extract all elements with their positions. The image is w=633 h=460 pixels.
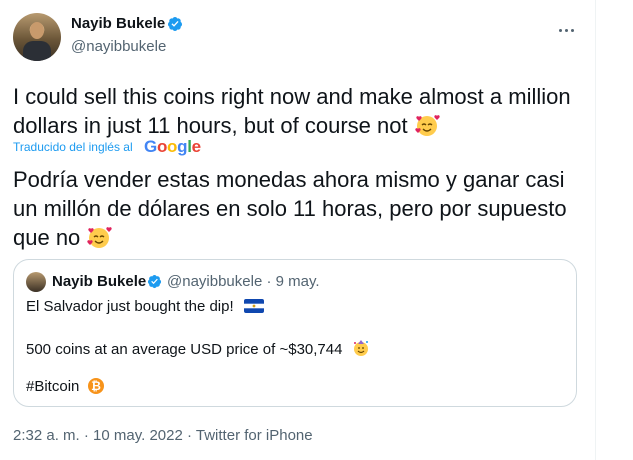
svg-text:₿: ₿ — [91, 379, 101, 393]
quoted-handle-date: @nayibbukele · 9 may. — [167, 273, 320, 290]
tweet-source: Twitter for iPhone — [195, 427, 313, 444]
quoted-tweet[interactable]: Nayib Bukele @nayibbukele · 9 may. El Sa… — [13, 259, 577, 407]
quoted-line-3: #Bitcoin ₿ — [26, 378, 104, 395]
column-divider — [595, 0, 596, 460]
tweet-translation: Podría vender estas monedas ahora mismo … — [13, 165, 573, 252]
meta-separator: · — [79, 427, 94, 444]
quoted-author-avatar — [26, 272, 46, 292]
quoted-line-1-text: El Salvador just bought the dip! — [26, 298, 234, 315]
bitcoin-icon: ₿ — [87, 378, 104, 394]
tweet-time[interactable]: 2:32 a. m. — [13, 427, 80, 444]
meta-separator: · — [182, 427, 196, 444]
author-display-name[interactable]: Nayib Bukele — [71, 15, 165, 32]
author-avatar[interactable] — [13, 13, 61, 61]
tweet-text: I could sell this coins right now and ma… — [13, 82, 573, 140]
more-icon[interactable] — [559, 19, 581, 32]
tweet-date[interactable]: 10 may. 2022 — [93, 427, 183, 444]
quoted-line-2-text: 500 coins at an average USD price of ~$3… — [26, 341, 343, 358]
tweet-meta: 2:32 a. m. · 10 may. 2022 · Twitter for … — [13, 427, 313, 444]
party-face-emoji — [353, 340, 368, 356]
translated-from-label[interactable]: Traducido del inglés al — [13, 140, 133, 154]
tweet-text-content: I could sell this coins right now and ma… — [13, 84, 571, 138]
quoted-author-name: Nayib Bukele — [52, 273, 147, 290]
smiling-hearts-emoji — [87, 227, 113, 248]
verified-badge-icon — [147, 274, 162, 289]
el-salvador-flag-emoji — [243, 299, 264, 313]
smiling-hearts-emoji — [415, 115, 440, 136]
quoted-line-2: 500 coins at an average USD price of ~$3… — [26, 339, 370, 358]
google-logo: Google — [144, 137, 201, 156]
quoted-line-1: El Salvador just bought the dip! — [26, 298, 264, 315]
bitcoin-hashtag[interactable]: #Bitcoin — [26, 378, 79, 395]
author-handle[interactable]: @nayibbukele — [71, 38, 166, 55]
verified-badge-icon — [167, 17, 182, 31]
